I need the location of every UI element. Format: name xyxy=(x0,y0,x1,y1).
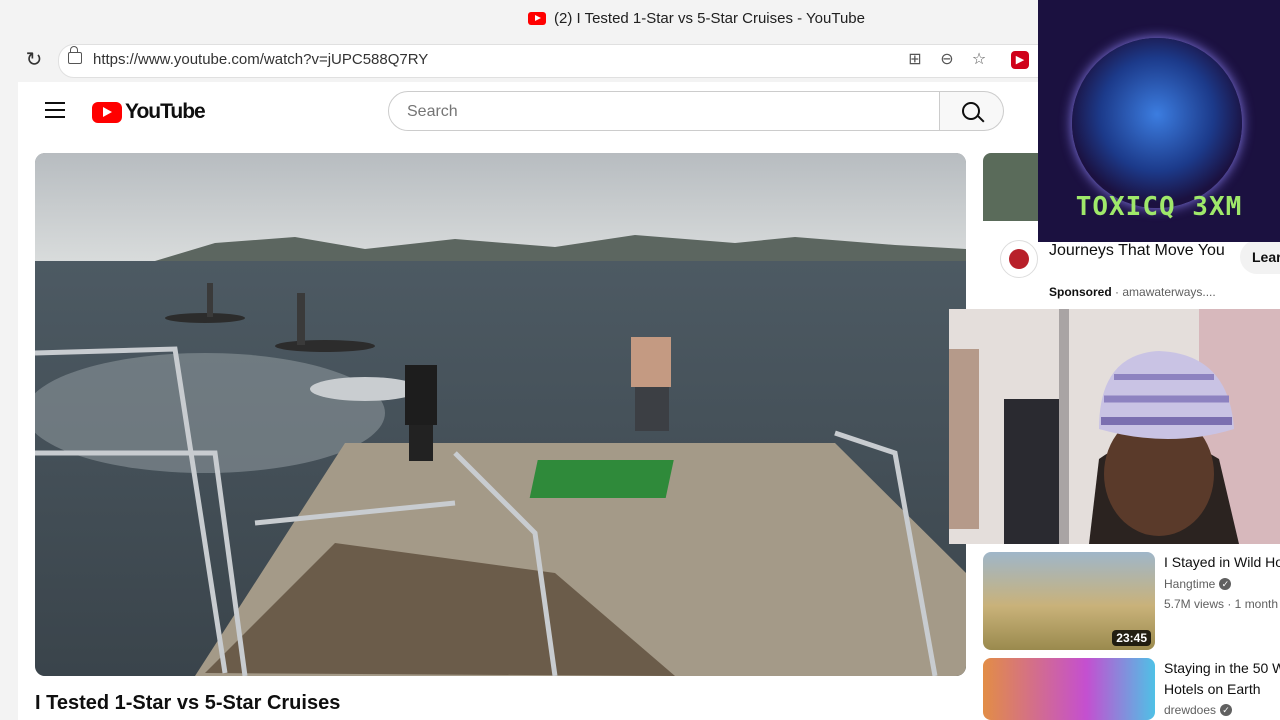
webcam-feed xyxy=(949,309,1280,544)
recommendation-thumbnail[interactable] xyxy=(983,658,1155,720)
browser-side-strip xyxy=(0,82,18,720)
youtube-favicon-icon xyxy=(528,12,546,25)
search-icon xyxy=(962,102,980,120)
channel-name: drewdoes xyxy=(1164,703,1217,717)
youtube-logo-text: YouTube xyxy=(125,100,206,123)
url-text[interactable]: https://www.youtube.com/watch?v=jUPC588Q… xyxy=(93,51,428,68)
video-frame xyxy=(35,153,966,676)
lock-icon[interactable] xyxy=(68,46,82,64)
stream-brand-text: TOXICQ 3XM xyxy=(1075,192,1243,222)
search-input[interactable] xyxy=(405,102,909,122)
ad-thumbnail[interactable] xyxy=(983,153,1043,221)
recommendation-channel[interactable]: drewdoes ✓ xyxy=(1164,703,1233,717)
reload-icon[interactable]: ↻ xyxy=(22,48,46,72)
avatar-illustration xyxy=(1072,38,1242,208)
extension-icon[interactable]: ▶ xyxy=(1011,51,1029,69)
youtube-play-icon xyxy=(92,101,122,123)
video-title: I Tested 1-Star vs 5-Star Cruises xyxy=(35,692,341,714)
verified-check-icon: ✓ xyxy=(1220,704,1233,716)
recommendation-meta: 5.7M views · 1 month xyxy=(1164,597,1279,611)
tab-title: (2) I Tested 1-Star vs 5-Star Cruises - … xyxy=(554,10,865,27)
zoom-out-icon[interactable]: ⊖ xyxy=(937,50,957,70)
ad-sponsor-line: Sponsored · amawaterways.... xyxy=(1049,285,1216,299)
recommendation-title-line2[interactable]: Hotels on Earth xyxy=(1164,679,1261,699)
advertiser-name: amawaterways.... xyxy=(1122,285,1216,299)
favorite-star-icon[interactable]: ☆ xyxy=(969,50,989,70)
sponsored-label: Sponsored xyxy=(1049,285,1112,299)
search-box[interactable] xyxy=(388,91,940,131)
video-duration: 23:45 xyxy=(1112,630,1151,646)
recommendation-title[interactable]: I Stayed in Wild Ho xyxy=(1164,552,1280,572)
recommendation-title[interactable]: Staying in the 50 W xyxy=(1164,658,1280,678)
recommendation-channel[interactable]: Hangtime ✓ xyxy=(1164,577,1232,591)
ad-learn-more-button[interactable]: Lear xyxy=(1240,240,1280,274)
search-button[interactable] xyxy=(940,91,1004,131)
video-player[interactable] xyxy=(35,153,966,676)
browser-tab[interactable]: (2) I Tested 1-Star vs 5-Star Cruises - … xyxy=(528,10,865,27)
menu-icon[interactable] xyxy=(45,102,65,118)
webcam-overlay xyxy=(949,309,1280,544)
youtube-logo[interactable]: YouTube xyxy=(92,100,206,124)
apps-icon[interactable]: ⊞ xyxy=(905,50,925,70)
channel-name: Hangtime xyxy=(1164,577,1216,591)
stream-overlay-logo: TOXICQ 3XM xyxy=(1038,0,1280,242)
ad-title[interactable]: Journeys That Move You xyxy=(1049,240,1229,262)
recommendation-thumbnail[interactable]: 23:45 xyxy=(983,552,1155,650)
advertiser-logo[interactable] xyxy=(1000,240,1038,278)
verified-check-icon: ✓ xyxy=(1219,578,1232,590)
